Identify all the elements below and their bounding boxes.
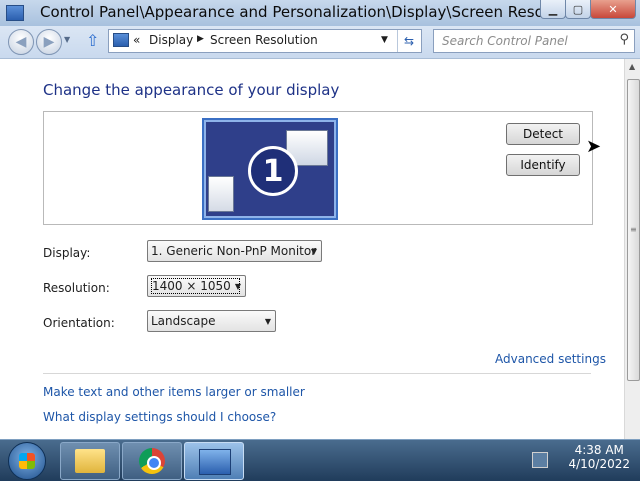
- address-bar[interactable]: « Display ▶ Screen Resolution ▼ ⇆: [108, 29, 422, 53]
- orientation-label: Orientation:: [43, 316, 115, 330]
- network-tray-icon[interactable]: [532, 452, 548, 468]
- back-arrow-icon: ◀: [15, 34, 27, 50]
- breadcrumb-screen-resolution[interactable]: Screen Resolution: [210, 33, 318, 47]
- text-size-link[interactable]: Make text and other items larger or smal…: [43, 385, 305, 399]
- up-button[interactable]: ⇧: [86, 31, 99, 50]
- windows-logo-icon: [19, 453, 35, 469]
- chevron-down-icon: ▼: [264, 317, 271, 326]
- monitor-number-badge: 1: [248, 146, 298, 196]
- identify-button[interactable]: Identify: [506, 154, 580, 176]
- orientation-value: Landscape: [151, 314, 216, 328]
- detect-button[interactable]: Detect: [506, 123, 580, 145]
- chevron-down-icon: ▼: [234, 282, 241, 291]
- page-title: Change the appearance of your display: [43, 81, 340, 99]
- up-arrow-icon: ⇧: [86, 31, 100, 50]
- display-value: 1. Generic Non-PnP Monitor: [151, 244, 317, 258]
- chevron-down-icon: ▼: [381, 35, 388, 45]
- maximize-icon: ▢: [572, 2, 584, 16]
- taskbar-control-panel[interactable]: [184, 442, 244, 480]
- chrome-icon: [139, 448, 165, 474]
- search-icon[interactable]: ⚲: [619, 32, 629, 47]
- title-bar: Control Panel\Appearance and Personaliza…: [0, 0, 640, 27]
- grip-icon: ≡: [630, 225, 637, 234]
- minimize-icon: ▁: [548, 2, 558, 16]
- mouse-cursor-icon: ➤: [586, 136, 602, 157]
- orientation-dropdown[interactable]: Landscape ▼: [147, 310, 276, 332]
- resolution-label: Resolution:: [43, 281, 110, 295]
- folder-icon: [75, 449, 105, 473]
- divider: [43, 373, 591, 374]
- start-button[interactable]: [8, 442, 46, 480]
- scrollbar-thumb[interactable]: ≡: [627, 79, 640, 381]
- resolution-value: 1400 × 1050: [151, 278, 240, 294]
- display-label: Display:: [43, 246, 91, 260]
- scroll-up-arrow-icon[interactable]: ▲: [629, 62, 635, 71]
- search-box[interactable]: Search Control Panel ⚲: [433, 29, 635, 53]
- chevron-down-icon: ▼: [310, 247, 317, 256]
- minimize-button[interactable]: ▁: [540, 0, 566, 19]
- taskbar-windows-explorer[interactable]: [60, 442, 120, 480]
- resolution-dropdown[interactable]: 1400 × 1050 ▼: [147, 275, 246, 297]
- search-input[interactable]: Search Control Panel: [442, 34, 568, 48]
- back-button[interactable]: ◀: [8, 29, 34, 55]
- window-title: Control Panel\Appearance and Personaliza…: [40, 3, 587, 21]
- taskbar: 4:38 AM 4/10/2022: [0, 439, 640, 481]
- close-icon: ✕: [608, 2, 618, 16]
- display-preview-panel: 1 Detect Identify: [43, 111, 593, 225]
- address-dropdown-button[interactable]: ▼: [381, 35, 388, 45]
- advanced-settings-link[interactable]: Advanced settings: [495, 352, 606, 366]
- forward-button[interactable]: ▶: [36, 29, 62, 55]
- display-help-link[interactable]: What display settings should I choose?: [43, 410, 276, 424]
- refresh-button[interactable]: ⇆: [397, 30, 420, 52]
- taskbar-google-chrome[interactable]: [122, 442, 182, 480]
- close-button[interactable]: ✕: [590, 0, 636, 19]
- sidebar-thumbnail-icon: [208, 176, 234, 212]
- display-dropdown[interactable]: 1. Generic Non-PnP Monitor ▼: [147, 240, 322, 262]
- breadcrumb-display[interactable]: Display: [149, 33, 193, 47]
- refresh-icon: ⇆: [403, 34, 415, 48]
- vertical-scrollbar[interactable]: ▲ ≡: [624, 59, 640, 439]
- control-panel-icon: [113, 33, 129, 47]
- clock-time: 4:38 AM: [574, 443, 624, 457]
- forward-arrow-icon: ▶: [43, 34, 55, 50]
- monitor-number: 1: [262, 153, 284, 189]
- breadcrumb-overflow[interactable]: «: [133, 33, 140, 47]
- control-panel-icon: [199, 449, 231, 475]
- maximize-button[interactable]: ▢: [565, 0, 591, 19]
- taskbar-clock[interactable]: 4:38 AM 4/10/2022: [568, 443, 630, 471]
- monitor-1-thumbnail[interactable]: 1: [202, 118, 338, 220]
- chevron-right-icon[interactable]: ▶: [197, 34, 204, 44]
- clock-date: 4/10/2022: [568, 457, 630, 471]
- control-panel-icon: [6, 5, 24, 21]
- recent-pages-dropdown[interactable]: ▼: [64, 35, 70, 44]
